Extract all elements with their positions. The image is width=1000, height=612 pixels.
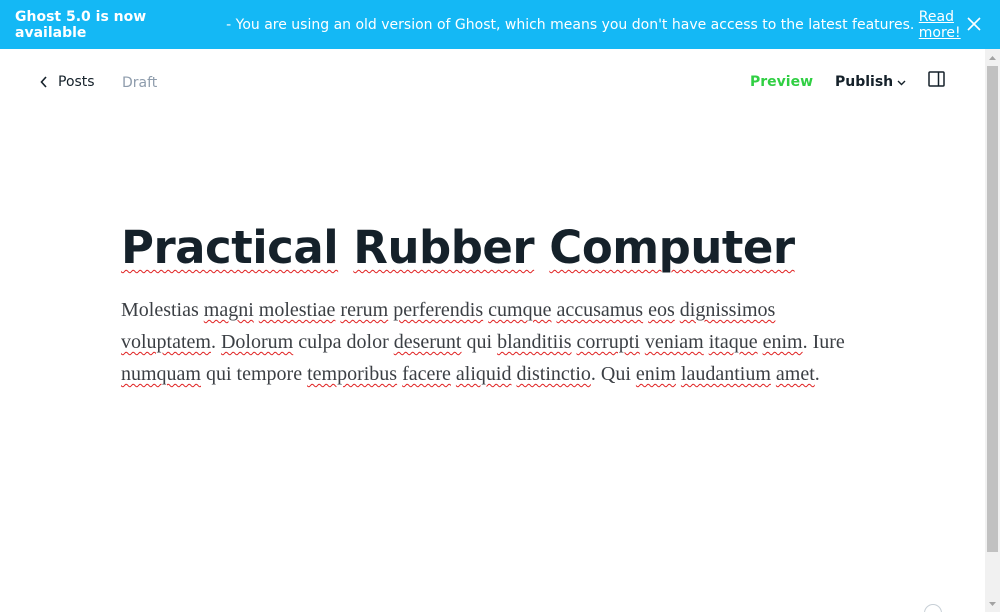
help-icon[interactable] xyxy=(924,604,942,612)
preview-button[interactable]: Preview xyxy=(750,74,813,90)
chevron-down-icon xyxy=(897,80,906,86)
publish-label: Publish xyxy=(835,74,894,90)
vertical-scrollbar[interactable] xyxy=(985,49,1000,612)
body-text-segment: . xyxy=(210,331,221,353)
title-word: Rubber xyxy=(353,221,535,274)
spellcheck-word: amet xyxy=(775,363,815,385)
spellcheck-word: Dolorum xyxy=(220,331,294,353)
spellcheck-word: magni xyxy=(203,299,254,321)
spellcheck-word: voluptatem xyxy=(121,331,211,353)
close-icon[interactable] xyxy=(966,16,982,32)
scroll-down-arrow-icon[interactable] xyxy=(985,595,1000,612)
body-text-segment: culpa dolor xyxy=(293,331,394,353)
spellcheck-word: dignissimos xyxy=(679,299,776,321)
banner-message: - You are using an old version of Ghost,… xyxy=(221,16,919,33)
sidebar-toggle-icon[interactable] xyxy=(928,71,945,91)
spellcheck-word: cumque xyxy=(488,299,552,321)
spellcheck-word: perferendis xyxy=(393,299,484,321)
spellcheck-word: blanditiis xyxy=(497,331,572,353)
scroll-up-arrow-icon[interactable] xyxy=(985,49,1000,66)
body-text-segment: . xyxy=(814,363,820,385)
chevron-left-icon xyxy=(40,76,47,88)
spellcheck-word: aliquid xyxy=(455,363,512,385)
spellcheck-word: deserunt xyxy=(393,331,462,353)
spellcheck-word: facere xyxy=(402,363,451,385)
back-to-posts-button[interactable]: Posts xyxy=(40,74,95,90)
spellcheck-word: laudantium xyxy=(680,363,771,385)
post-body[interactable]: Molestias magni molestiae rerum perferen… xyxy=(121,294,871,390)
title-word: Practical xyxy=(121,221,339,274)
update-banner: Ghost 5.0 is now available - You are usi… xyxy=(0,0,1000,49)
editor-header: Posts Draft Preview Publish xyxy=(0,49,985,117)
back-label: Posts xyxy=(58,74,95,90)
spellcheck-word: temporibus xyxy=(307,363,398,385)
spellcheck-word: itaque xyxy=(708,331,758,353)
body-text-segment: . Qui xyxy=(590,363,636,385)
body-text-segment: qui xyxy=(461,331,498,353)
spellcheck-word: numquam xyxy=(121,363,201,385)
spellcheck-word: rerum xyxy=(340,299,389,321)
spellcheck-word: eos xyxy=(648,299,675,321)
title-word: Computer xyxy=(549,221,795,274)
spellcheck-word: enim xyxy=(762,331,803,353)
scrollbar-thumb[interactable] xyxy=(987,66,998,552)
spellcheck-word: distinctio xyxy=(516,363,591,385)
spellcheck-word: accusamus xyxy=(556,299,644,321)
banner-read-more-link[interactable]: Read more! xyxy=(919,9,1000,41)
body-text-segment: . Iure xyxy=(802,331,845,353)
publish-button[interactable]: Publish xyxy=(835,74,906,90)
spellcheck-word: veniam xyxy=(644,331,704,353)
banner-headline: Ghost 5.0 is now available xyxy=(15,8,147,41)
post-title[interactable]: Practical Rubber Computer xyxy=(121,218,901,278)
body-text-segment: Molestias xyxy=(121,299,199,321)
spellcheck-word: enim xyxy=(635,363,676,385)
body-text-segment: qui tempore xyxy=(201,363,308,385)
spellcheck-word: molestiae xyxy=(258,299,336,321)
spellcheck-word: corrupti xyxy=(576,331,640,353)
post-status: Draft xyxy=(122,75,158,91)
